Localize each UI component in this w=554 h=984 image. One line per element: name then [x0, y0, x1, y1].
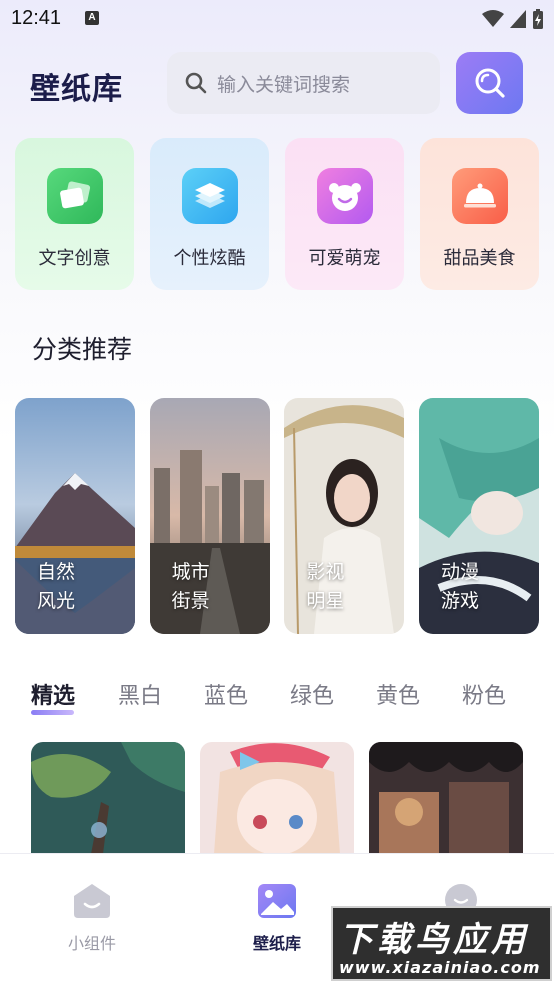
status-bar: 12:41 A	[0, 0, 554, 38]
nav-wallpapers[interactable]: 壁纸库	[217, 882, 337, 954]
category-tile-nature[interactable]: 自然 风光	[15, 398, 135, 634]
tab-black-white[interactable]: 黑白	[118, 678, 162, 710]
tab-pink[interactable]: 粉色	[462, 678, 506, 710]
wifi-icon	[482, 10, 504, 27]
nav-label: 小组件	[67, 934, 116, 953]
search-input[interactable]: 输入关键词搜索	[167, 52, 440, 114]
gallery-icon	[258, 884, 296, 918]
tab-yellow[interactable]: 黄色	[376, 678, 420, 710]
quick-category-cool[interactable]: 个性炫酷	[150, 138, 269, 290]
watermark: 下载鸟应用 www.xiazainiao.com	[331, 906, 552, 981]
anime-girl-image	[200, 742, 354, 854]
search-placeholder: 输入关键词搜索	[217, 73, 351, 96]
quick-category-label: 文字创意	[38, 248, 111, 269]
quick-category-label: 甜品美食	[443, 248, 516, 269]
color-tabs: 精选 黑白 蓝色 绿色 黄色 粉色	[31, 678, 531, 718]
search-icon	[185, 72, 207, 94]
tab-green[interactable]: 绿色	[290, 678, 334, 710]
category-tiles: 自然 风光 城市 街景 影视 明星 动漫 游戏	[15, 398, 539, 634]
wallpaper-thumbnail[interactable]	[31, 742, 185, 854]
watermark-url: www.xiazainiao.com	[339, 958, 541, 977]
widget-face-icon	[74, 884, 110, 918]
app-title: 壁纸库	[30, 72, 123, 107]
layers-icon	[182, 168, 238, 224]
leaves-image	[31, 742, 185, 854]
quick-categories: 文字创意 个性炫酷 可爱萌宠 甜品美食	[15, 138, 539, 290]
cards-icon	[47, 168, 103, 224]
quick-category-cute-pets[interactable]: 可爱萌宠	[285, 138, 404, 290]
tab-featured[interactable]: 精选	[31, 678, 75, 710]
quick-category-label: 可爱萌宠	[308, 248, 381, 269]
status-time: 12:41	[11, 7, 62, 29]
signal-icon	[510, 10, 526, 28]
category-tile-label: 城市 街景	[171, 561, 210, 612]
quick-category-label: 个性炫酷	[173, 248, 246, 269]
category-tile-anime-games[interactable]: 动漫 游戏	[418, 398, 539, 634]
search-button[interactable]	[456, 52, 523, 114]
category-tile-movies-stars[interactable]: 影视 明星	[284, 398, 405, 634]
watermark-text: 下载鸟应用	[339, 920, 529, 960]
wallpaper-thumbnail[interactable]	[369, 742, 523, 854]
category-tile-label: 影视 明星	[306, 561, 345, 612]
battery-icon	[533, 9, 543, 29]
status-icons	[482, 9, 544, 29]
tab-indicator	[31, 710, 74, 715]
cloche-icon	[452, 168, 508, 224]
category-tile-label: 动漫 游戏	[440, 561, 479, 612]
nav-widgets[interactable]: 小组件	[32, 882, 152, 954]
category-tile-label: 自然 风光	[37, 561, 76, 612]
tab-blue[interactable]: 蓝色	[204, 678, 248, 710]
category-tile-city[interactable]: 城市 街景	[149, 398, 270, 634]
notification-icon: A	[85, 11, 99, 25]
section-title: 分类推荐	[32, 335, 133, 364]
wallpaper-thumbnail[interactable]	[200, 742, 354, 854]
bear-face-icon	[317, 168, 373, 224]
quick-category-text-creative[interactable]: 文字创意	[15, 138, 134, 290]
room-image	[369, 742, 523, 854]
search-icon	[475, 68, 505, 98]
nav-label: 壁纸库	[252, 934, 301, 953]
quick-category-desserts[interactable]: 甜品美食	[420, 138, 539, 290]
